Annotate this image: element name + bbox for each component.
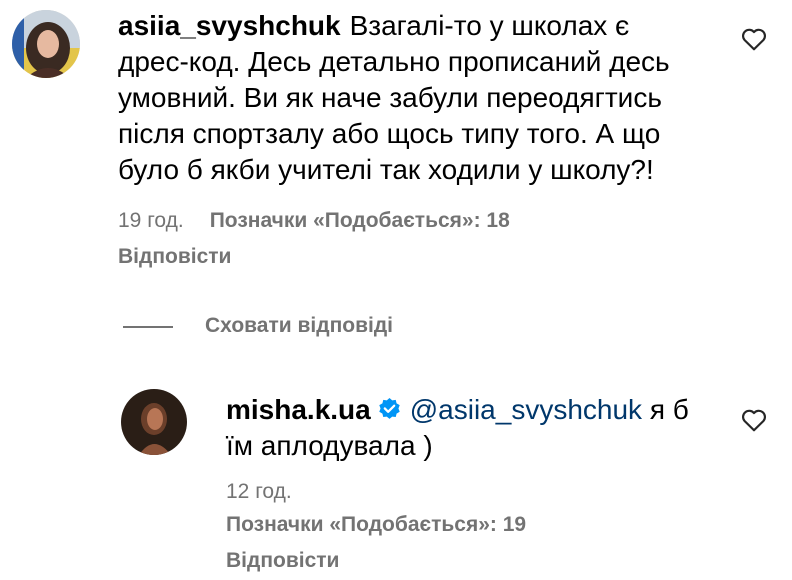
reply-body: misha.k.ua @asiia_svyshchuk я б їм аплоду…: [226, 392, 746, 464]
reply-text: я б: [649, 394, 689, 425]
comment-text-line: Взагалі-то у школах є: [349, 10, 630, 41]
hide-replies-button[interactable]: Сховати відповіді: [205, 314, 393, 338]
heart-icon[interactable]: [741, 27, 767, 51]
comment-text-line: було б якби учителі так ходили у школу?!: [118, 154, 654, 185]
reply-mention-link[interactable]: @asiia_svyshchuk: [410, 394, 642, 425]
reply-heart-icon[interactable]: [741, 408, 767, 432]
comment-meta: 19 год. Позначки «Подобається»: 18: [118, 209, 510, 233]
avatar[interactable]: [12, 10, 80, 78]
avatar-image: [12, 10, 80, 78]
reply-avatar[interactable]: [121, 389, 187, 455]
reply-likes[interactable]: Позначки «Подобається»: 19: [226, 513, 526, 537]
reply-reply-button[interactable]: Відповісти: [226, 549, 339, 573]
hide-replies-line: [123, 326, 173, 328]
reply-time[interactable]: 12 год.: [226, 480, 292, 504]
comment-body: asiia_svyshchuk Взагалі-то у школах є дре…: [118, 8, 738, 188]
comment-time[interactable]: 19 год.: [118, 209, 184, 232]
reply-text-line: їм аплодувала ): [226, 430, 433, 461]
comment-text-line: умовний. Ви як наче забули переодягтись: [118, 82, 662, 113]
reply-username[interactable]: misha.k.ua: [226, 394, 371, 425]
comment-text-line: після спортзалу або щось типу того. А що: [118, 118, 661, 149]
reply-avatar-image: [121, 389, 187, 455]
comment-text-line: дрес-код. Десь детально прописаний десь: [118, 46, 670, 77]
verified-badge-icon: [379, 398, 400, 419]
comment-likes[interactable]: Позначки «Подобається»: 18: [210, 209, 510, 232]
reply-button[interactable]: Відповісти: [118, 245, 231, 269]
comment-username[interactable]: asiia_svyshchuk: [118, 10, 341, 41]
